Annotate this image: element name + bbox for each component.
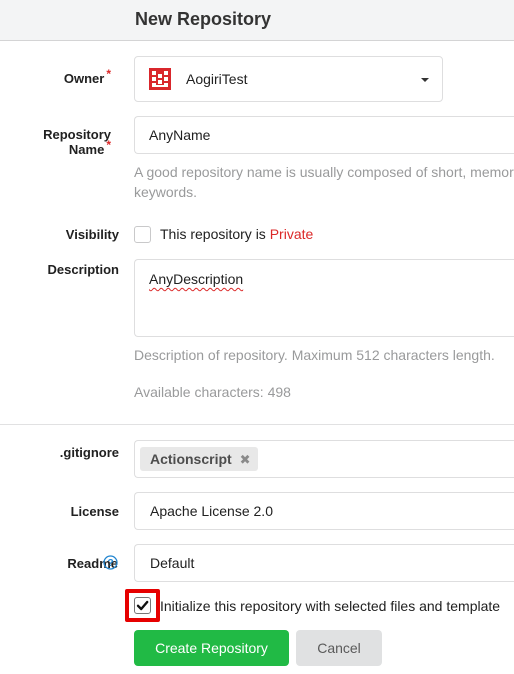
repo-name-help-2: keywords. (134, 184, 198, 200)
visibility-label: Visibility (65, 227, 119, 242)
owner-avatar (149, 68, 171, 90)
repo-name-input[interactable]: AnyName (134, 116, 514, 154)
close-icon[interactable]: ✖ (240, 452, 251, 467)
private-checkbox[interactable] (134, 226, 151, 243)
readme-value: Default (150, 555, 195, 571)
gitignore-tag: Actionscript ✖ (140, 447, 259, 471)
license-value: Apache License 2.0 (150, 503, 273, 519)
repo-name-label: Repository Name * (43, 127, 111, 157)
private-text: Private (269, 226, 314, 242)
auto-init-checkbox[interactable] (134, 597, 151, 614)
auto-init-label: Initialize this repository with selected… (160, 598, 501, 614)
question-circle-icon[interactable]: ? (103, 555, 118, 570)
repo-name-value: AnyName (149, 127, 211, 143)
available-characters: Available characters: 498 (134, 384, 291, 400)
visibility-text: This repository is Private (160, 226, 314, 242)
readme-dropdown[interactable]: Default (134, 544, 514, 582)
gitignore-label: .gitignore (59, 445, 119, 460)
description-help: Description of repository. Maximum 512 c… (134, 347, 495, 363)
description-value: AnyDescription (149, 271, 244, 287)
chevron-down-icon (421, 78, 429, 82)
description-textarea[interactable]: AnyDescription (134, 259, 514, 337)
page-title: New Repository (135, 9, 272, 29)
svg-text:?: ? (107, 558, 113, 569)
description-label: Description (47, 262, 119, 277)
section-divider (0, 424, 514, 425)
cancel-button[interactable]: Cancel (296, 630, 382, 666)
gitignore-dropdown[interactable]: Actionscript ✖ (134, 440, 514, 478)
create-repository-button[interactable]: Create Repository (134, 630, 289, 666)
license-label: License (70, 504, 119, 519)
page-header: New Repository (0, 0, 514, 41)
owner-value: AogiriTest (186, 71, 248, 87)
owner-dropdown[interactable]: AogiriTest (134, 56, 443, 102)
gitignore-tag-label: Actionscript (150, 451, 232, 467)
license-dropdown[interactable]: Apache License 2.0 (134, 492, 514, 530)
repo-name-help: A good repository name is usually compos… (134, 164, 514, 180)
checkmark-icon (136, 600, 149, 611)
owner-label: Owner * (63, 67, 111, 86)
